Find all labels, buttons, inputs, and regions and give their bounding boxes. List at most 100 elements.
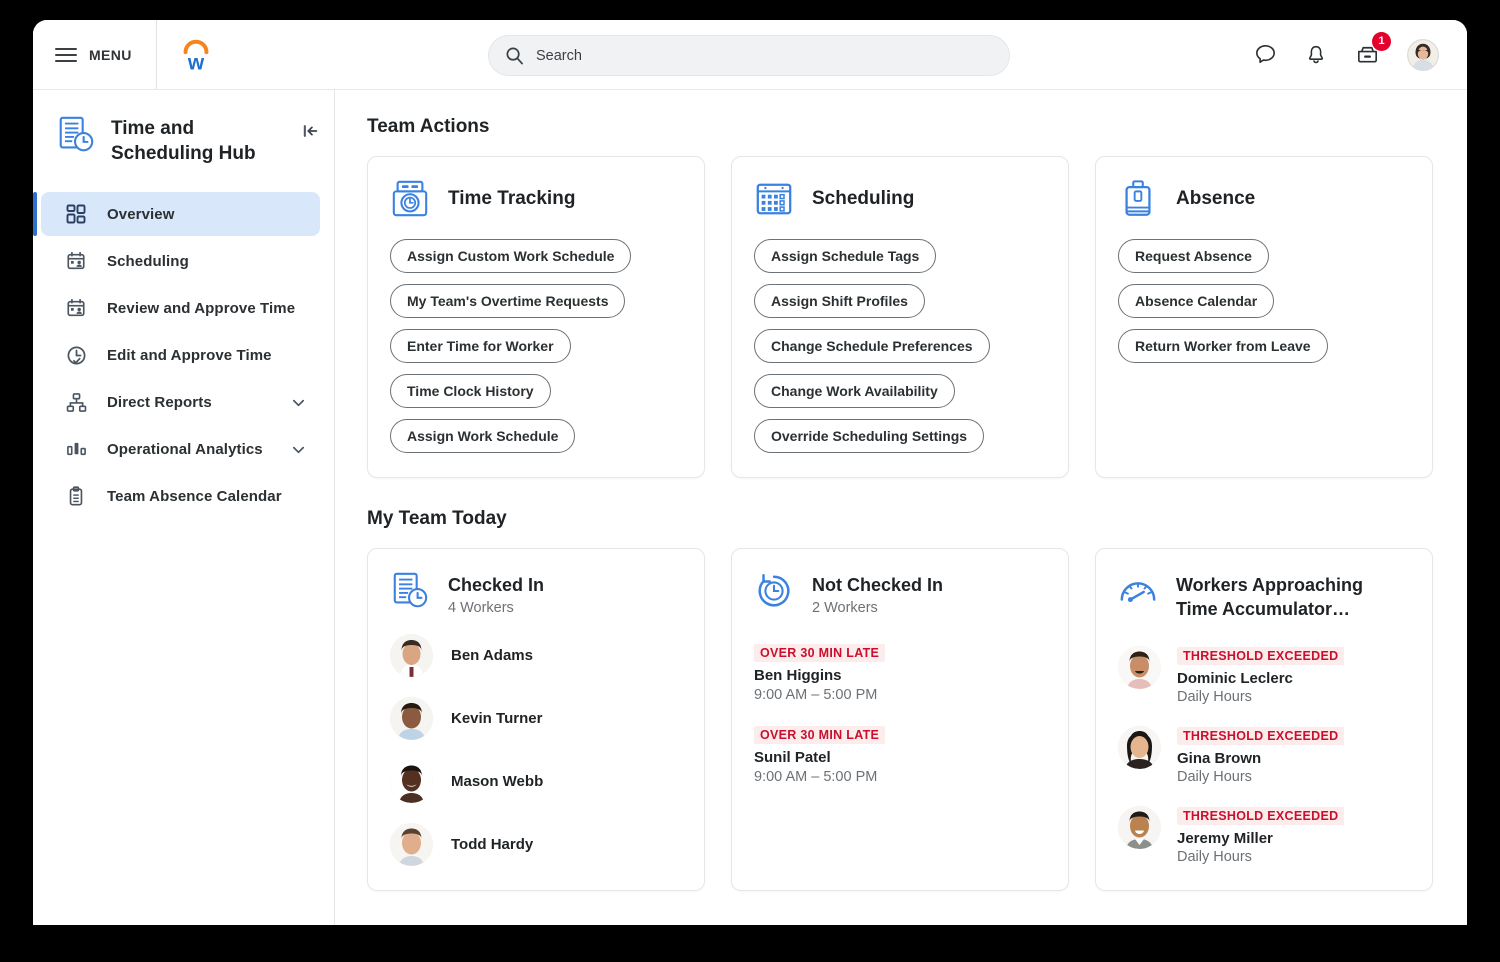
workday-logo-icon: w: [177, 36, 215, 74]
action-button[interactable]: Change Schedule Preferences: [754, 329, 990, 363]
card-title: Workers Approaching Time Accumulator…: [1176, 573, 1391, 622]
sidebar: Time and Scheduling Hub: [33, 90, 335, 925]
sidebar-item-label: Team Absence Calendar: [107, 488, 282, 505]
action-button[interactable]: Assign Shift Profiles: [754, 284, 925, 318]
action-button[interactable]: Return Worker from Leave: [1118, 329, 1328, 363]
list-item[interactable]: THRESHOLD EXCEEDED Jeremy Miller Daily H…: [1118, 806, 1410, 865]
device-frame: MENU w Search: [0, 0, 1500, 962]
sidebar-item-review-and-approve-time[interactable]: Review and Approve Time: [41, 286, 320, 330]
shift-time: 9:00 AM – 5:00 PM: [754, 687, 1046, 703]
action-button[interactable]: Assign Schedule Tags: [754, 239, 936, 273]
avatar: [390, 760, 433, 803]
sidebar-item-label: Direct Reports: [107, 394, 212, 411]
action-list: Assign Schedule Tags Assign Shift Profil…: [754, 239, 1046, 453]
card-header: Absence: [1118, 179, 1410, 219]
card-header: Time Tracking: [390, 179, 682, 219]
team-actions-heading: Team Actions: [367, 116, 1433, 138]
list-item[interactable]: Mason Webb: [390, 760, 682, 803]
status-badge: OVER 30 MIN LATE: [754, 644, 885, 662]
sidebar-item-edit-and-approve-time[interactable]: Edit and Approve Time: [41, 333, 320, 377]
action-button[interactable]: My Team's Overtime Requests: [390, 284, 625, 318]
avatar: [1118, 806, 1161, 849]
notifications-icon[interactable]: [1304, 43, 1328, 67]
chevron-down-icon[interactable]: [291, 442, 306, 457]
search-input[interactable]: Search: [488, 35, 1010, 76]
app-body: Time and Scheduling Hub: [33, 90, 1467, 925]
action-button[interactable]: Assign Custom Work Schedule: [390, 239, 631, 273]
list-item[interactable]: Todd Hardy: [390, 823, 682, 866]
worker-list: Ben Adams: [390, 634, 682, 866]
search-placeholder: Search: [536, 48, 582, 64]
card-not-checked-in: Not Checked In 2 Workers OVER 30 MIN LAT…: [731, 548, 1069, 891]
card-header: Scheduling: [754, 179, 1046, 219]
chat-icon[interactable]: [1253, 42, 1278, 67]
action-list: Request Absence Absence Calendar Return …: [1118, 239, 1410, 363]
org-chart-icon: [65, 392, 87, 413]
chevron-down-icon[interactable]: [291, 395, 306, 410]
action-button[interactable]: Override Scheduling Settings: [754, 419, 984, 453]
avatar: [1118, 726, 1161, 769]
list-item[interactable]: Ben Adams: [390, 634, 682, 677]
action-list: Assign Custom Work Schedule My Team's Ov…: [390, 239, 682, 453]
worker-name: Ben Higgins: [754, 667, 1046, 684]
menu-button[interactable]: MENU: [33, 20, 157, 89]
card-title: Not Checked In: [812, 573, 943, 597]
time-scheduling-hub-icon: [55, 114, 97, 156]
card-workers-approaching-threshold: Workers Approaching Time Accumulator…: [1095, 548, 1433, 891]
my-team-today-cards: Checked In 4 Workers: [367, 548, 1433, 891]
status-badge: THRESHOLD EXCEEDED: [1177, 807, 1344, 825]
action-button[interactable]: Assign Work Schedule: [390, 419, 575, 453]
clock-refresh-icon: [754, 571, 794, 611]
action-button[interactable]: Absence Calendar: [1118, 284, 1274, 318]
action-button[interactable]: Time Clock History: [390, 374, 551, 408]
sidebar-item-team-absence-calendar[interactable]: Team Absence Calendar: [41, 474, 320, 518]
app-window: MENU w Search: [33, 20, 1467, 925]
sidebar-item-overview[interactable]: Overview: [41, 192, 320, 236]
sidebar-title: Time and Scheduling Hub: [111, 114, 288, 166]
sidebar-item-label: Edit and Approve Time: [107, 347, 272, 364]
worker-name: Ben Adams: [451, 647, 533, 664]
action-button[interactable]: Request Absence: [1118, 239, 1269, 273]
workday-logo[interactable]: w: [157, 20, 235, 89]
status-badge: OVER 30 MIN LATE: [754, 726, 885, 744]
list-item[interactable]: THRESHOLD EXCEEDED Gina Brown Daily Hour…: [1118, 726, 1410, 785]
time-clock-icon: [390, 179, 430, 219]
clipboard-icon: [65, 486, 87, 506]
suitcase-icon: [1118, 179, 1158, 219]
worker-name: Dominic Leclerc: [1177, 670, 1344, 687]
menu-label: MENU: [89, 47, 132, 63]
sidebar-item-label: Scheduling: [107, 253, 189, 270]
profile-avatar[interactable]: [1407, 39, 1439, 71]
search-container: Search: [488, 35, 1010, 76]
card-title: Time Tracking: [448, 188, 575, 210]
worker-name: Gina Brown: [1177, 750, 1344, 767]
list-item[interactable]: OVER 30 MIN LATE Ben Higgins 9:00 AM – 5…: [754, 644, 1046, 703]
list-item[interactable]: Kevin Turner: [390, 697, 682, 740]
card-title: Absence: [1176, 188, 1255, 210]
worker-detail: Daily Hours: [1177, 769, 1344, 785]
shift-time: 9:00 AM – 5:00 PM: [754, 769, 1046, 785]
top-bar-icons: 1: [1253, 39, 1467, 71]
sidebar-item-direct-reports[interactable]: Direct Reports: [41, 380, 320, 424]
sidebar-item-operational-analytics[interactable]: Operational Analytics: [41, 427, 320, 471]
my-team-today-heading: My Team Today: [367, 508, 1433, 530]
hamburger-icon[interactable]: [55, 48, 77, 62]
sidebar-item-scheduling[interactable]: Scheduling: [41, 239, 320, 283]
avatar: [1118, 646, 1161, 689]
inbox-icon[interactable]: 1: [1354, 41, 1381, 68]
action-button[interactable]: Enter Time for Worker: [390, 329, 571, 363]
list-item[interactable]: OVER 30 MIN LATE Sunil Patel 9:00 AM – 5…: [754, 726, 1046, 785]
card-time-tracking: Time Tracking Assign Custom Work Schedul…: [367, 156, 705, 478]
sidebar-item-label: Operational Analytics: [107, 441, 263, 458]
collapse-panel-icon[interactable]: [302, 114, 320, 145]
top-navigation-bar: MENU w Search: [33, 20, 1467, 90]
svg-text:w: w: [187, 51, 205, 74]
gauge-icon: [1118, 571, 1158, 611]
worker-name: Sunil Patel: [754, 749, 1046, 766]
search-icon: [505, 46, 524, 65]
grid-icon: [65, 204, 87, 224]
card-checked-in: Checked In 4 Workers: [367, 548, 705, 891]
action-button[interactable]: Change Work Availability: [754, 374, 955, 408]
list-item[interactable]: THRESHOLD EXCEEDED Dominic Leclerc Daily…: [1118, 646, 1410, 705]
card-subtitle: 2 Workers: [812, 600, 943, 616]
